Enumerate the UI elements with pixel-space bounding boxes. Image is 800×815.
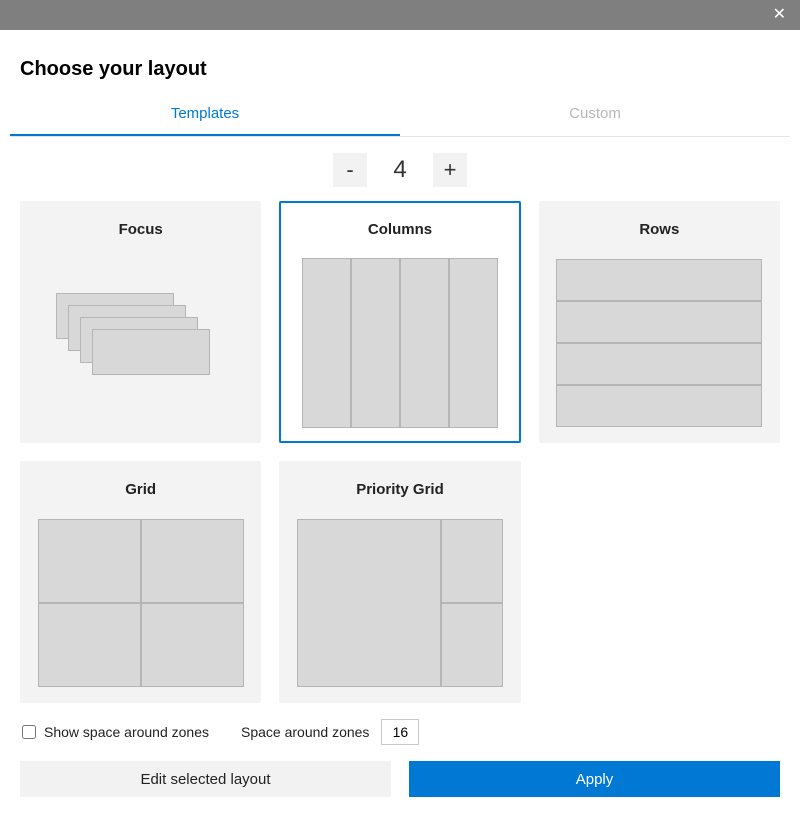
layout-label: Grid (32, 481, 249, 498)
space-around-wrap: Space around zones (241, 719, 419, 745)
space-around-input[interactable] (381, 719, 419, 745)
space-around-label: Space around zones (241, 724, 369, 740)
edit-layout-button[interactable]: Edit selected layout (20, 761, 391, 797)
layout-card-rows[interactable]: Rows (539, 201, 780, 443)
layout-preview-focus (32, 254, 249, 431)
layout-grid: Focus Columns Rows G (20, 201, 780, 703)
layout-label: Focus (32, 221, 249, 238)
dialog-title: Choose your layout (20, 58, 780, 81)
layout-card-columns[interactable]: Columns (279, 201, 520, 443)
layout-card-grid[interactable]: Grid (20, 461, 261, 703)
tab-templates[interactable]: Templates (10, 95, 400, 136)
show-space-checkbox-input[interactable] (22, 725, 36, 739)
tab-custom[interactable]: Custom (400, 95, 790, 136)
options-row: Show space around zones Space around zon… (20, 719, 780, 745)
layout-preview-columns (291, 254, 508, 431)
layout-label: Columns (291, 221, 508, 238)
layout-preview-grid (32, 514, 249, 691)
decrement-button[interactable]: - (333, 153, 367, 187)
zone-count-control: - 4 + (20, 153, 780, 187)
close-icon[interactable]: ✕ (773, 7, 786, 23)
apply-button[interactable]: Apply (409, 761, 780, 797)
layout-label: Rows (551, 221, 768, 238)
titlebar: ✕ (0, 0, 800, 30)
layout-preview-rows (551, 254, 768, 431)
layout-card-priority-grid[interactable]: Priority Grid (279, 461, 520, 703)
increment-button[interactable]: + (433, 153, 467, 187)
action-row: Edit selected layout Apply (20, 761, 780, 815)
layout-label: Priority Grid (291, 481, 508, 498)
show-space-label: Show space around zones (44, 724, 209, 740)
layout-card-focus[interactable]: Focus (20, 201, 261, 443)
zone-count-value: 4 (377, 156, 423, 184)
tabs: Templates Custom (10, 95, 790, 137)
dialog-body: Choose your layout Templates Custom - 4 … (0, 30, 800, 815)
layout-preview-priority-grid (291, 514, 508, 691)
show-space-checkbox[interactable]: Show space around zones (22, 724, 209, 740)
